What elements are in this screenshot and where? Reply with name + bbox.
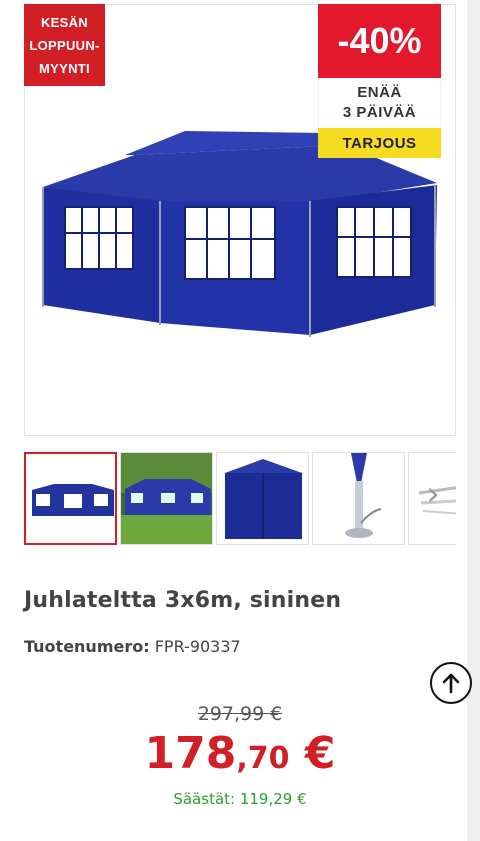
season-badge-line2: LOPPUUN- — [29, 37, 100, 53]
price-integer: 178 — [144, 728, 237, 779]
thumbnail-4[interactable] — [312, 452, 405, 545]
thumbnail-1[interactable] — [24, 452, 117, 545]
scrollbar-track[interactable] — [467, 0, 480, 841]
arrow-up-icon — [442, 673, 460, 694]
season-badge-line1: KESÄN — [40, 14, 88, 30]
current-price: 178,70 € — [0, 728, 480, 779]
chevron-right-icon[interactable]: › — [413, 470, 453, 518]
season-sale-badge: KESÄN LOPPUUN- MYYNTI — [24, 4, 105, 86]
discount-percent: -40% — [318, 4, 441, 78]
days-line1: ENÄÄ — [357, 84, 402, 101]
savings-text: Säästät: 119,29 € — [173, 790, 307, 808]
thumbnail-strip — [24, 452, 456, 545]
days-line2: 3 PÄIVÄÄ — [342, 104, 417, 121]
product-title: Juhlateltta 3x6m, sininen — [24, 588, 342, 613]
product-sku: Tuotenumero: FPR-90337 — [24, 637, 241, 656]
sku-value: FPR-90337 — [154, 637, 241, 656]
product-page: KESÄN LOPPUUN- MYYNTI -40% ENÄÄ 3 PÄIVÄÄ… — [0, 0, 467, 841]
discount-badge: -40% ENÄÄ 3 PÄIVÄÄ TARJOUS — [318, 4, 441, 158]
days-remaining: ENÄÄ 3 PÄIVÄÄ — [318, 78, 441, 128]
scroll-to-top-button[interactable] — [430, 662, 472, 704]
price-decimals: ,70 — [236, 741, 290, 776]
thumbnail-2[interactable] — [120, 452, 213, 545]
deal-label: TARJOUS — [318, 128, 441, 158]
season-badge-line3: MYYNTI — [39, 60, 90, 76]
thumbnail-3[interactable] — [216, 452, 309, 545]
price-currency: € — [289, 728, 336, 779]
sku-label: Tuotenumero: — [24, 637, 150, 656]
old-price: 297,99 € — [197, 703, 283, 725]
